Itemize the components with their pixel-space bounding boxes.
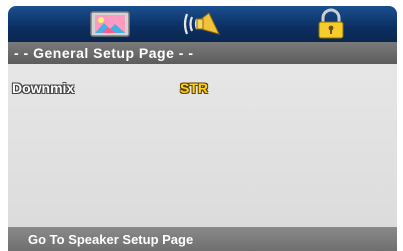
page-title-bar: - - General Setup Page - - — [8, 42, 397, 64]
picture-icon — [90, 11, 130, 37]
setting-label: Downmix — [12, 80, 75, 96]
setting-row-downmix[interactable]: Downmix STR — [8, 77, 397, 97]
lock-icon — [318, 8, 344, 39]
speaker-icon — [183, 12, 220, 35]
setup-screen: - - General Setup Page - - Downmix STR G… — [0, 0, 403, 251]
tab-password-setup[interactable] — [301, 6, 361, 42]
status-hint: Go To Speaker Setup Page — [28, 232, 194, 247]
page-title: - - General Setup Page - - — [14, 45, 194, 61]
tab-general-setup[interactable] — [80, 6, 140, 42]
status-bar: Go To Speaker Setup Page — [8, 227, 397, 251]
settings-panel: Downmix STR — [8, 64, 397, 227]
tab-bar — [8, 6, 397, 42]
tab-speaker-setup[interactable] — [172, 6, 232, 42]
setting-value[interactable]: STR — [180, 80, 208, 96]
